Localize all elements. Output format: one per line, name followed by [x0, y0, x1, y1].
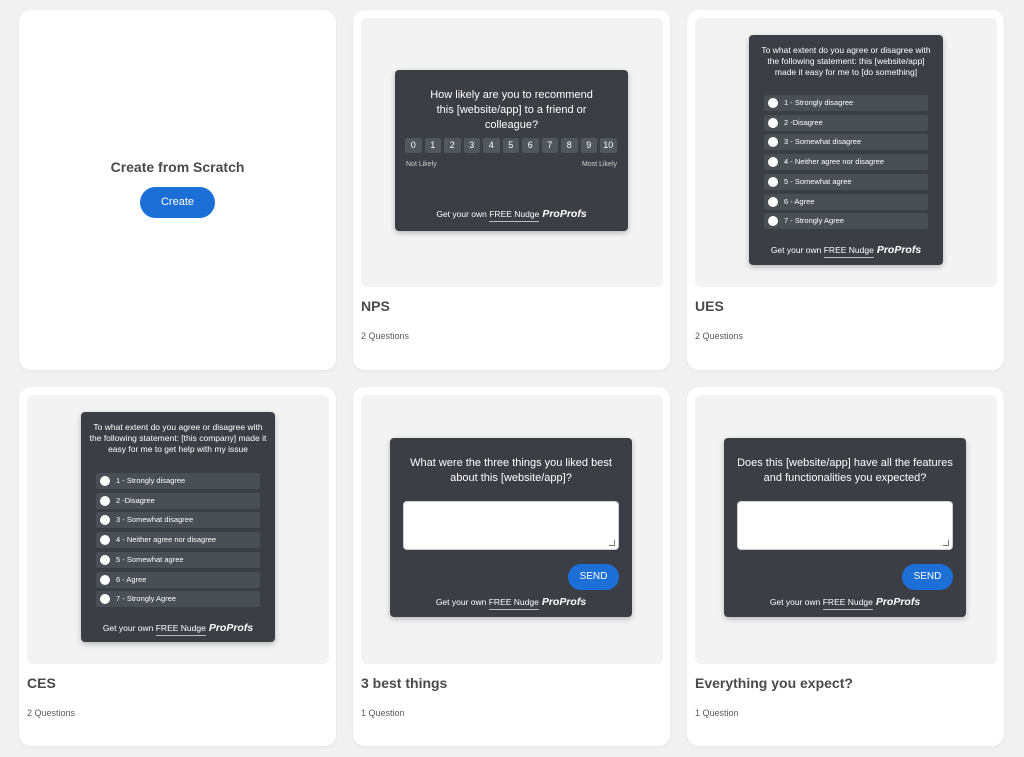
radio-icon: [100, 515, 110, 525]
template-title: UES: [695, 298, 724, 314]
radio-icon: [768, 137, 778, 147]
answer-option: 4 - Neither agree nor disagree: [764, 154, 928, 170]
scale-option: 7: [541, 138, 558, 153]
proprofs-logo: ProProfs: [541, 596, 587, 608]
question-count: 1 Question: [361, 708, 405, 718]
template-title: 3 best things: [361, 675, 448, 691]
widget-footer: Get your own FREE Nudge ProProfs: [435, 596, 587, 608]
scale-option: 8: [561, 138, 578, 153]
answer-option: 1 - Strongly disagree: [764, 95, 928, 111]
answer-option: 3 - Somewhat disagree: [96, 512, 260, 528]
free-nudge-link: FREE Nudge: [489, 209, 540, 219]
radio-icon: [768, 118, 778, 128]
widget-question: To what extent do you agree or disagree …: [89, 422, 267, 454]
radio-icon: [100, 476, 110, 486]
send-button: SEND: [568, 564, 619, 590]
create-from-scratch-card[interactable]: Create from Scratch Create: [19, 10, 336, 370]
proprofs-logo: ProProfs: [876, 244, 922, 256]
nps-high-label: Most Likely: [581, 161, 617, 168]
scale-option: 3: [463, 138, 480, 153]
scale-option: 1: [424, 138, 441, 153]
template-preview: To what extent do you agree or disagree …: [695, 18, 997, 287]
answer-option: 3 - Somewhat disagree: [764, 134, 928, 150]
free-nudge-link: FREE Nudge: [155, 623, 206, 633]
answer-textarea: [737, 501, 953, 550]
scale-option: 0: [405, 138, 422, 153]
ces-widget: To what extent do you agree or disagree …: [81, 412, 275, 642]
create-from-scratch-title: Create from Scratch: [110, 159, 245, 175]
radio-icon: [768, 177, 778, 187]
radio-icon: [768, 197, 778, 207]
question-count: 2 Questions: [27, 708, 76, 718]
radio-icon: [100, 535, 110, 545]
open-text-widget: What were the three things you liked bes…: [390, 438, 632, 617]
template-title: Everything you expect?: [695, 675, 853, 691]
template-preview: To what extent do you agree or disagree …: [27, 395, 329, 664]
proprofs-logo: ProProfs: [208, 622, 254, 634]
answer-option: 6 - Agree: [764, 194, 928, 210]
widget-footer: Get your own FREE Nudge ProProfs: [436, 208, 587, 220]
answer-option: 4 - Neither agree nor disagree: [96, 532, 260, 548]
answer-option: 2 -Disagree: [764, 115, 928, 131]
answer-option: 1 - Strongly disagree: [96, 473, 260, 489]
nps-widget: How likely are you to recommend this [we…: [395, 70, 628, 231]
question-count: 2 Questions: [695, 331, 744, 341]
answer-textarea: [403, 501, 619, 550]
radio-icon: [100, 496, 110, 506]
answer-option: 6 - Agree: [96, 572, 260, 588]
nps-low-label: Not Likely: [406, 161, 437, 168]
template-preview: Does this [website/app] have all the fea…: [695, 395, 997, 664]
answer-option: 7 - Strongly Agree: [96, 591, 260, 607]
radio-icon: [768, 98, 778, 108]
widget-question: To what extent do you agree or disagree …: [761, 45, 931, 77]
scale-option: 6: [522, 138, 539, 153]
question-count: 1 Question: [695, 708, 739, 718]
send-button: SEND: [902, 564, 953, 590]
answer-option: 2 -Disagree: [96, 493, 260, 509]
scale-option: 9: [580, 138, 597, 153]
free-nudge-link: FREE Nudge: [822, 597, 873, 607]
radio-icon: [100, 594, 110, 604]
template-card-ces[interactable]: To what extent do you agree or disagree …: [19, 387, 336, 746]
scale-option: 2: [444, 138, 461, 153]
answer-option: 5 - Somewhat agree: [96, 552, 260, 568]
free-nudge-link: FREE Nudge: [488, 597, 539, 607]
template-card-everything-you-expect[interactable]: Does this [website/app] have all the fea…: [687, 387, 1004, 746]
template-card-ues[interactable]: To what extent do you agree or disagree …: [687, 10, 1004, 370]
radio-icon: [100, 575, 110, 585]
widget-question: Does this [website/app] have all the fea…: [737, 457, 953, 484]
free-nudge-link: FREE Nudge: [823, 245, 874, 255]
widget-footer: Get your own FREE Nudge ProProfs: [102, 622, 254, 634]
template-card-3-best-things[interactable]: What were the three things you liked bes…: [353, 387, 670, 746]
proprofs-logo: ProProfs: [875, 596, 921, 608]
radio-icon: [100, 555, 110, 565]
answer-option: 5 - Somewhat agree: [764, 174, 928, 190]
widget-question: How likely are you to recommend this [we…: [430, 89, 593, 131]
template-preview: What were the three things you liked bes…: [361, 395, 663, 664]
create-button[interactable]: Create: [140, 187, 215, 218]
widget-footer: Get your own FREE Nudge ProProfs: [769, 596, 921, 608]
question-count: 2 Questions: [361, 331, 410, 341]
template-preview: How likely are you to recommend this [we…: [361, 18, 663, 287]
ues-widget: To what extent do you agree or disagree …: [749, 35, 943, 265]
answer-option: 7 - Strongly Agree: [764, 213, 928, 229]
scale-option: 10: [600, 138, 617, 153]
widget-footer: Get your own FREE Nudge ProProfs: [770, 244, 922, 256]
proprofs-logo: ProProfs: [542, 208, 587, 220]
radio-icon: [768, 157, 778, 167]
open-text-widget: Does this [website/app] have all the fea…: [724, 438, 966, 617]
scale-option: 5: [502, 138, 519, 153]
nps-scale: 0 1 2 3 4 5 6 7 8 9 10: [405, 138, 617, 153]
radio-icon: [768, 216, 778, 226]
template-card-nps[interactable]: How likely are you to recommend this [we…: [353, 10, 670, 370]
template-title: NPS: [361, 298, 390, 314]
template-title: CES: [27, 675, 56, 691]
widget-question: What were the three things you liked bes…: [410, 457, 612, 484]
scale-option: 4: [483, 138, 500, 153]
